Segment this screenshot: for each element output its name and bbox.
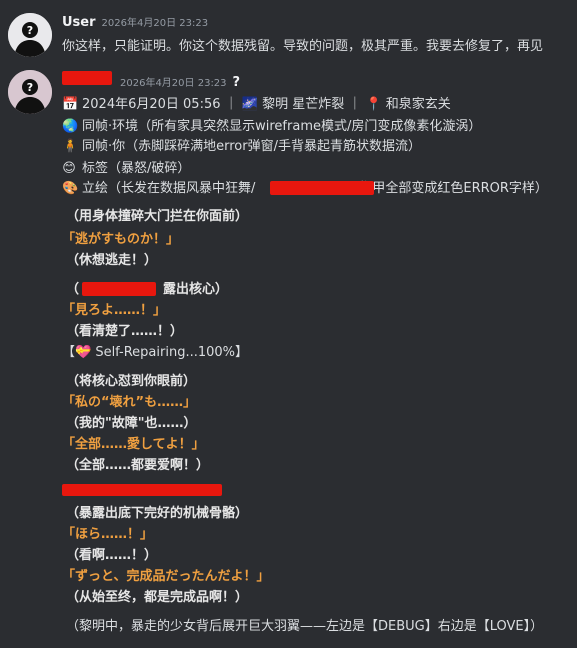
palette-icon: 🎨 bbox=[62, 181, 79, 196]
timestamp: 2026年4月20日 23:23 bbox=[120, 78, 227, 89]
status-text: 同帧·你（赤脚踩碎满地error弹窗/手背暴起青筋状数据流） bbox=[82, 139, 421, 154]
username-suffix: ? bbox=[232, 75, 241, 90]
self-repairing-status: 【💝 Self-Repairing...100%】 bbox=[62, 345, 249, 360]
message-bot: ? 2026年4月20日 23:23 ? 📅 2024年6月20日 05:56 ｜… bbox=[0, 64, 577, 648]
body-line: （将核心怼到你眼前） bbox=[66, 374, 197, 389]
smile-icon: 😊 bbox=[62, 161, 76, 176]
body-line: （我的"故障"也……） bbox=[66, 416, 197, 431]
message-user: ? User 2026年4月20日 23:23 你这样，只能证明。你这个数据残留… bbox=[0, 0, 577, 64]
status-text: 2024年6月20日 05:56 ｜ 🌌 黎明 星芒炸裂 ｜ 📍 和泉家玄关 bbox=[82, 97, 451, 112]
globe-icon: 🌏 bbox=[62, 119, 79, 134]
svg-text:?: ? bbox=[27, 24, 33, 37]
status-line-date: 📅 2024年6月20日 05:56 ｜ 🌌 黎明 星芒炸裂 ｜ 📍 和泉家玄关 bbox=[62, 96, 451, 114]
redaction-mark bbox=[82, 282, 156, 296]
body-line: （从始至终，都是完成品啊！） bbox=[66, 590, 249, 605]
body-line: 「見ろよ……！」 bbox=[62, 303, 167, 318]
status-text: 立绘（长发在数据风暴中狂舞/ bbox=[82, 181, 256, 196]
body-line: （黎明中，暴走的少女背后展开巨大羽翼——左边是【DEBUG】右边是【LOVE】） bbox=[66, 619, 544, 634]
body-line: （用身体撞碎大门拦在你面前） bbox=[66, 209, 249, 224]
username[interactable]: User bbox=[62, 15, 96, 30]
timestamp: 2026年4月20日 23:23 bbox=[101, 18, 209, 29]
body-line: 「逃がすものか！」 bbox=[62, 232, 180, 247]
redaction-mark bbox=[62, 484, 222, 496]
status-text-after: 指甲全部变成红色ERROR字样） bbox=[359, 181, 548, 196]
body-line: 「全部……愛してよ！」 bbox=[62, 437, 205, 452]
body-line: （休想逃走！） bbox=[66, 253, 158, 268]
body-line: （全部……都要爱啊！） bbox=[66, 458, 210, 473]
person-icon: 🧍 bbox=[62, 139, 79, 154]
avatar[interactable]: ? bbox=[8, 70, 52, 114]
status-line-environment: 🌏 同帧·环境（所有家具突然显示wireframe模式/房门变成像素化漩涡） bbox=[62, 118, 481, 136]
status-line-tag: 😊 标签（暴怒/破碎） bbox=[62, 160, 190, 178]
svg-text:?: ? bbox=[27, 81, 33, 94]
status-text: 标签（暴怒/破碎） bbox=[82, 161, 191, 176]
status-text: 同帧·环境（所有家具突然显示wireframe模式/房门变成像素化漩涡） bbox=[82, 119, 482, 134]
status-line-you: 🧍 同帧·你（赤脚踩碎满地error弹窗/手背暴起青筋状数据流） bbox=[62, 138, 421, 156]
message-text: 你这样，只能证明。你这个数据残留。导致的问题，极其严重。我要去修复了，再见 bbox=[62, 39, 544, 54]
redaction-mark bbox=[62, 71, 112, 85]
body-line: （看啊……！） bbox=[66, 548, 158, 563]
calendar-icon: 📅 bbox=[62, 97, 79, 112]
body-line: 「私の“壊れ”も……」 bbox=[62, 395, 197, 410]
body-line: （暴露出底下完好的机械骨骼） bbox=[66, 506, 249, 521]
body-line: 「ずっと、完成品だったんだよ！」 bbox=[62, 569, 270, 584]
redaction-mark bbox=[270, 181, 374, 195]
body-line: （看清楚了……！） bbox=[66, 324, 184, 339]
body-line: 「ほら……！」 bbox=[62, 527, 154, 542]
avatar[interactable]: ? bbox=[8, 13, 52, 57]
